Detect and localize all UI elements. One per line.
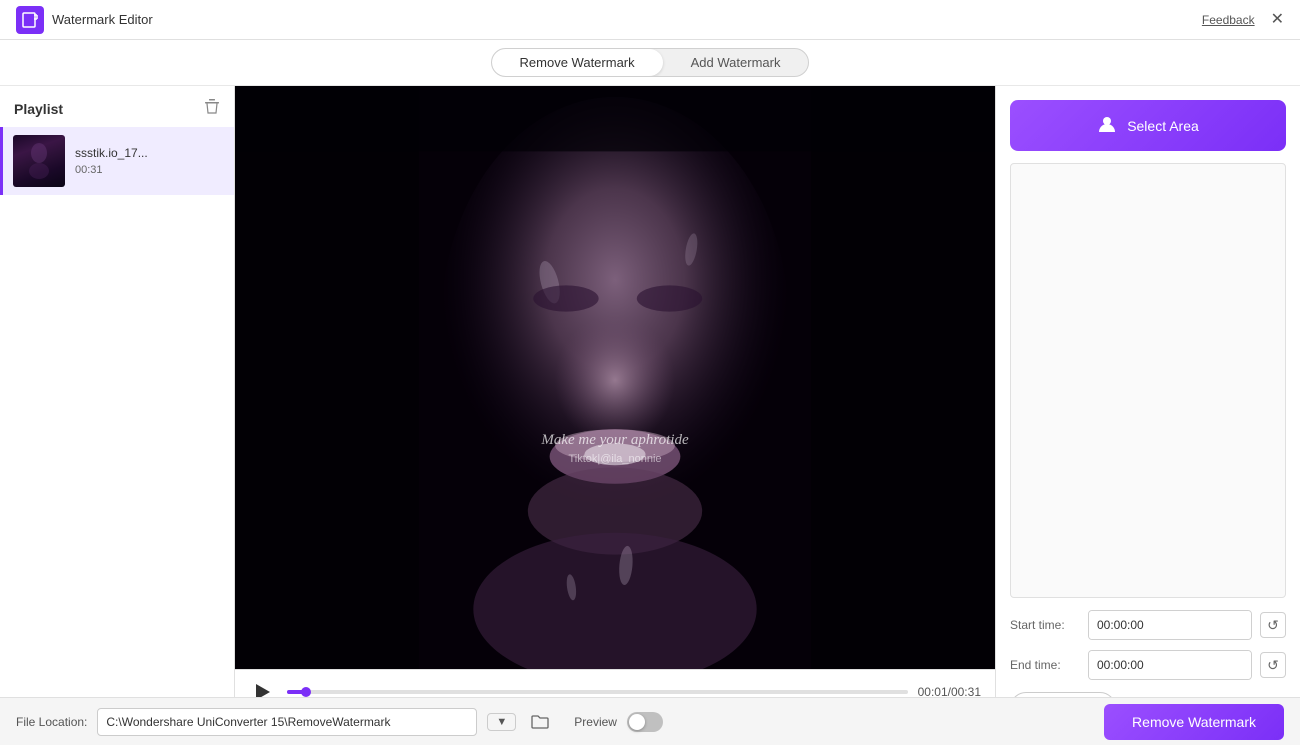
app-title: Watermark Editor bbox=[52, 12, 153, 27]
playlist-header: Playlist bbox=[0, 86, 234, 127]
center-panel: Make me your aphrotide Tiktok|@ila_nonni… bbox=[235, 86, 995, 739]
select-area-label: Select Area bbox=[1127, 118, 1199, 134]
tab-group: Remove Watermark Add Watermark bbox=[491, 48, 810, 77]
tab-remove-watermark[interactable]: Remove Watermark bbox=[492, 49, 663, 76]
video-frame: Make me your aphrotide Tiktok|@ila_nonni… bbox=[235, 86, 995, 669]
progress-dot bbox=[301, 687, 311, 697]
end-time-input[interactable] bbox=[1089, 651, 1252, 679]
preview-toggle[interactable] bbox=[627, 712, 663, 732]
start-time-label: Start time: bbox=[1010, 618, 1080, 632]
end-time-label: End time: bbox=[1010, 658, 1080, 672]
start-time-input-wrap: ▲ ▼ bbox=[1088, 610, 1252, 640]
title-bar-actions: Feedback ✕ bbox=[1202, 12, 1284, 28]
tab-bar: Remove Watermark Add Watermark bbox=[0, 40, 1300, 86]
file-location-label: File Location: bbox=[16, 715, 87, 729]
playlist-item[interactable]: ssstik.io_17... 00:31 bbox=[0, 127, 234, 195]
bottom-bar: File Location: ▼ Preview Remove Watermar… bbox=[0, 697, 1300, 745]
right-panel: Select Area Start time: ▲ ▼ ↺ End time: bbox=[995, 86, 1300, 739]
area-preview-box bbox=[1010, 163, 1286, 598]
face-svg bbox=[235, 86, 995, 669]
start-time-reset[interactable]: ↺ bbox=[1260, 612, 1286, 638]
file-location-dropdown[interactable]: ▼ bbox=[487, 713, 516, 731]
video-area: Make me your aphrotide Tiktok|@ila_nonni… bbox=[235, 86, 995, 669]
app-logo-icon bbox=[16, 6, 44, 34]
watermark-sub-text: Tiktok|@ila_nonnie bbox=[541, 453, 688, 465]
playlist-item-duration: 00:31 bbox=[75, 164, 148, 176]
main-content: Playlist ssstik.io_17... bbox=[0, 86, 1300, 739]
logo-area: Watermark Editor bbox=[16, 6, 153, 34]
progress-bar[interactable] bbox=[287, 690, 908, 694]
left-panel: Playlist ssstik.io_17... bbox=[0, 86, 235, 739]
folder-icon[interactable] bbox=[526, 708, 554, 736]
feedback-link[interactable]: Feedback bbox=[1202, 13, 1255, 27]
preview-label: Preview bbox=[574, 715, 617, 729]
start-time-input[interactable] bbox=[1089, 611, 1252, 639]
time-controls: Start time: ▲ ▼ ↺ End time: ▲ ▼ bbox=[1010, 610, 1286, 680]
select-area-button[interactable]: Select Area bbox=[1010, 100, 1286, 151]
remove-watermark-button[interactable]: Remove Watermark bbox=[1104, 704, 1284, 740]
start-time-row: Start time: ▲ ▼ ↺ bbox=[1010, 610, 1286, 640]
select-area-icon bbox=[1097, 114, 1117, 137]
close-button[interactable]: ✕ bbox=[1271, 12, 1284, 28]
title-bar: Watermark Editor Feedback ✕ bbox=[0, 0, 1300, 40]
tab-add-watermark[interactable]: Add Watermark bbox=[663, 49, 809, 76]
playlist-item-info: ssstik.io_17... 00:31 bbox=[75, 146, 148, 176]
watermark-main-text: Make me your aphrotide bbox=[541, 432, 688, 449]
playlist-item-name: ssstik.io_17... bbox=[75, 146, 148, 160]
end-time-row: End time: ▲ ▼ ↺ bbox=[1010, 650, 1286, 680]
delete-playlist-icon[interactable] bbox=[204, 98, 220, 119]
playlist-title: Playlist bbox=[14, 101, 63, 117]
end-time-reset[interactable]: ↺ bbox=[1260, 652, 1286, 678]
item-count-area bbox=[0, 195, 234, 207]
playlist-thumbnail bbox=[13, 135, 65, 187]
toggle-knob bbox=[629, 714, 645, 730]
watermark-overlay: Make me your aphrotide Tiktok|@ila_nonni… bbox=[541, 432, 688, 465]
end-time-input-wrap: ▲ ▼ bbox=[1088, 650, 1252, 680]
file-location-input[interactable] bbox=[97, 708, 477, 736]
thumbnail-image bbox=[13, 135, 65, 187]
